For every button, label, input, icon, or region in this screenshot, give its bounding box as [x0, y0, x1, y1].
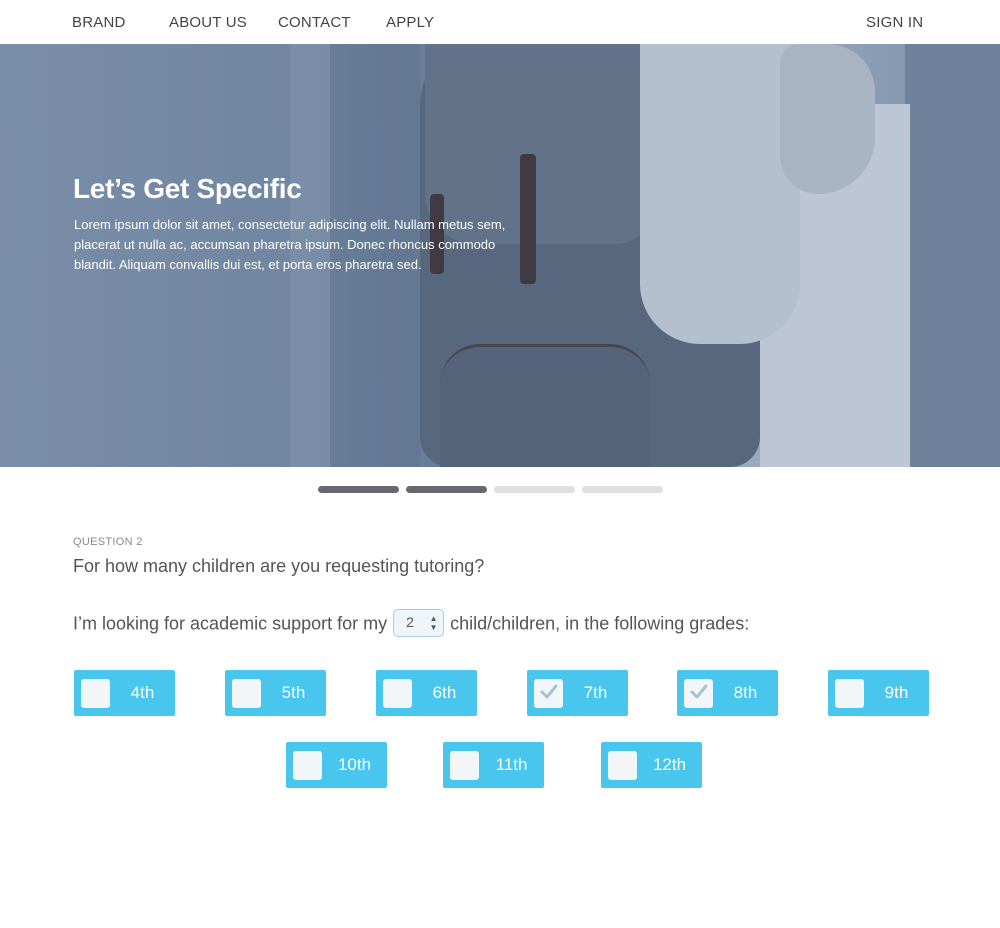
children-sentence: I’m looking for academic support for my 2… — [73, 609, 750, 638]
grade-checkbox[interactable] — [81, 679, 110, 708]
grade-label: 8th — [733, 683, 758, 702]
grade-label: 11th — [495, 755, 528, 774]
carousel-pager — [318, 486, 663, 494]
checkmark-icon — [540, 684, 558, 699]
nav-contact[interactable]: CONTACT — [278, 14, 351, 31]
grade-checkbox[interactable] — [450, 751, 479, 780]
question-number: QUESTION 2 — [73, 536, 143, 548]
grade-label: 9th — [884, 683, 909, 702]
grade-option-9th[interactable]: 9th — [828, 670, 929, 716]
grade-option-8th[interactable]: 8th — [677, 670, 778, 716]
children-count-stepper[interactable]: 2 ▲ ▼ — [393, 609, 445, 637]
grade-label: 10th — [337, 755, 372, 774]
hero-body: Lorem ipsum dolor sit amet, consectetur … — [74, 217, 506, 272]
grade-checkbox[interactable] — [534, 679, 563, 708]
nav-about-us[interactable]: ABOUT US — [169, 14, 247, 31]
grade-option-11th[interactable]: 11th — [443, 742, 544, 788]
sentence-before: I’m looking for academic support for my — [73, 613, 388, 634]
checkmark-icon — [690, 684, 708, 699]
grade-option-12th[interactable]: 12th — [601, 742, 702, 788]
nav-brand[interactable]: BRAND — [72, 14, 126, 31]
nav-sign-in[interactable]: SIGN IN — [866, 14, 923, 31]
grade-option-7th[interactable]: 7th — [527, 670, 628, 716]
sentence-after: child/children, in the following grades: — [450, 613, 750, 634]
grade-label: 6th — [432, 683, 457, 702]
grade-checkbox[interactable] — [293, 751, 322, 780]
pager-dot[interactable] — [582, 486, 663, 493]
grade-option-10th[interactable]: 10th — [286, 742, 387, 788]
grade-label: 12th — [652, 755, 687, 774]
grade-checkbox[interactable] — [232, 679, 261, 708]
grade-label: 7th — [583, 683, 608, 702]
pager-dot[interactable] — [494, 486, 575, 493]
grade-option-6th[interactable]: 6th — [376, 670, 477, 716]
top-nav: BRAND ABOUT US CONTACT APPLY SIGN IN — [0, 0, 1000, 44]
grade-option-5th[interactable]: 5th — [225, 670, 326, 716]
question-text: For how many children are you requesting… — [73, 556, 485, 576]
grade-checkbox[interactable] — [684, 679, 713, 708]
nav-apply[interactable]: APPLY — [386, 14, 434, 31]
children-count-value: 2 — [406, 614, 414, 630]
grade-option-4th[interactable]: 4th — [74, 670, 175, 716]
grade-label: 5th — [281, 683, 306, 702]
hero-banner: Let’s Get Specific Lorem ipsum dolor sit… — [0, 44, 1000, 467]
up-down-arrows-icon[interactable]: ▲ ▼ — [429, 614, 438, 632]
hero-title: Let’s Get Specific — [73, 173, 302, 204]
grade-label: 4th — [130, 683, 155, 702]
grade-checkbox[interactable] — [608, 751, 637, 780]
grade-checkbox[interactable] — [383, 679, 412, 708]
grade-checkbox[interactable] — [835, 679, 864, 708]
pager-dot[interactable] — [406, 486, 487, 493]
pager-dot[interactable] — [318, 486, 399, 493]
